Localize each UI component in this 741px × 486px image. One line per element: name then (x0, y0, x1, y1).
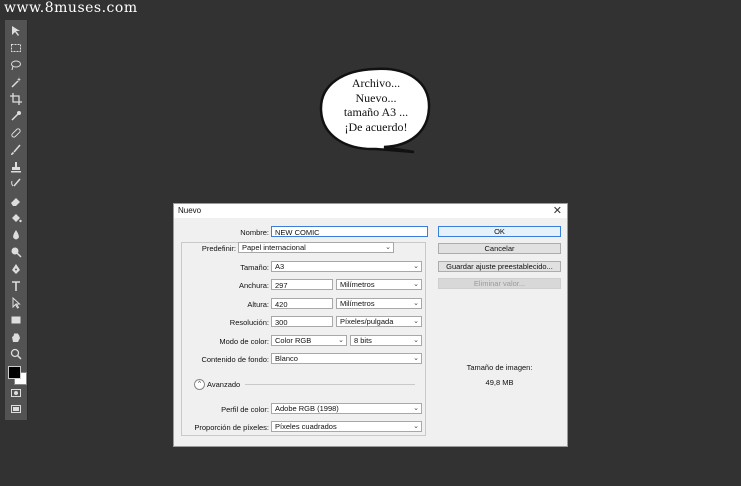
color-profile-label: Perfil de color: (221, 405, 269, 414)
color-profile-select[interactable]: Adobe RGB (1998) ⌄ (271, 403, 422, 414)
healing-brush-icon[interactable] (8, 126, 24, 140)
height-unit-value: Milímetros (340, 299, 375, 308)
tools-panel (5, 20, 28, 420)
dialog-title: Nuevo (178, 206, 202, 215)
ok-button[interactable]: OK (438, 226, 561, 237)
name-label: Nombre: (240, 228, 269, 237)
preset-select-value: Papel internacional (242, 243, 306, 252)
chevron-down-icon: ⌄ (413, 423, 419, 430)
lasso-tool-icon[interactable] (8, 58, 24, 72)
cancel-button[interactable]: Cancelar (438, 243, 561, 254)
background-contents-value: Blanco (275, 354, 298, 363)
bubble-line: tamaño A3 ... (343, 105, 409, 119)
history-brush-icon[interactable] (8, 177, 24, 191)
dodge-tool-icon[interactable] (8, 245, 24, 259)
size-select[interactable]: A3 ⌄ (271, 261, 422, 272)
background-contents-select[interactable]: Blanco ⌄ (271, 353, 422, 364)
quick-mask-icon[interactable] (8, 386, 24, 400)
brush-icon[interactable] (8, 143, 24, 157)
preset-label: Predefinir: (201, 244, 236, 253)
bit-depth-value: 8 bits (354, 336, 372, 345)
bit-depth-select[interactable]: 8 bits ⌄ (350, 335, 422, 346)
clone-stamp-icon[interactable] (8, 160, 24, 174)
chevron-down-icon: ⌄ (413, 300, 419, 307)
pen-tool-icon[interactable] (8, 262, 24, 276)
delete-preset-button[interactable]: Eliminar valor... (438, 278, 561, 289)
height-label: Altura: (247, 300, 269, 309)
foreground-color-swatch[interactable] (8, 366, 21, 379)
advanced-divider (245, 384, 415, 385)
move-tool-icon[interactable] (8, 24, 24, 38)
save-preset-button[interactable]: Guardar ajuste preestablecido... (438, 261, 561, 272)
color-mode-value: Color RGB (275, 336, 312, 345)
chevron-down-icon: ⌄ (413, 405, 419, 412)
bubble-line: ¡De acuerdo! (344, 119, 408, 134)
chevron-down-icon: ⌄ (385, 244, 391, 251)
image-size-value: 49,8 MB (485, 378, 514, 387)
size-label: Tamaño: (240, 263, 269, 272)
crop-tool-icon[interactable] (8, 92, 24, 106)
background-contents-label: Contenido de fondo: (201, 355, 269, 364)
resolution-unit-select[interactable]: Píxeles/pulgada ⌄ (336, 316, 422, 327)
magic-wand-icon[interactable] (8, 75, 24, 89)
chevron-down-icon: ⌄ (413, 337, 419, 344)
chevron-down-icon: ⌄ (413, 355, 419, 362)
resolution-unit-value: Píxeles/pulgada (340, 317, 394, 326)
new-document-dialog: Nuevo ✕ Nombre: NEW COMIC Predefinir: Pa… (173, 203, 568, 447)
advanced-label[interactable]: Avanzado (207, 380, 240, 389)
image-size-label: Tamaño de imagen: (466, 363, 533, 372)
speech-bubble: Archivo... Nuevo... tamaño A3 ... ¡De ac… (318, 66, 432, 154)
color-mode-select[interactable]: Color RGB ⌄ (271, 335, 347, 346)
chevron-down-icon: ⌄ (413, 263, 419, 270)
pixel-aspect-ratio-select[interactable]: Píxeles cuadrados ⌄ (271, 421, 422, 432)
rectangle-tool-icon[interactable] (8, 313, 24, 327)
chevron-down-icon: ⌄ (338, 337, 344, 344)
close-icon[interactable]: ✕ (553, 204, 562, 217)
height-unit-select[interactable]: Milímetros ⌄ (336, 298, 422, 309)
path-selection-icon[interactable] (8, 296, 24, 310)
size-select-value: A3 (275, 262, 285, 271)
paint-bucket-icon[interactable] (8, 211, 24, 225)
speech-bubble-text: Archivo... Nuevo... tamaño A3 ... ¡De ac… (328, 76, 424, 134)
eyedropper-icon[interactable] (8, 109, 24, 123)
type-tool-icon[interactable] (8, 279, 24, 293)
bubble-line: Nuevo... (355, 90, 397, 105)
chevron-down-icon: ⌄ (413, 281, 419, 288)
width-label: Anchura: (238, 281, 269, 290)
chevron-down-icon: ⌄ (413, 318, 419, 325)
width-unit-select[interactable]: Milímetros ⌄ (336, 279, 422, 290)
color-profile-value: Adobe RGB (1998) (275, 404, 339, 413)
marquee-tool-icon[interactable] (8, 41, 24, 55)
watermark: www.8muses.com (4, 0, 138, 16)
blur-tool-icon[interactable] (8, 228, 24, 242)
dialog-titlebar[interactable]: Nuevo ✕ (174, 204, 567, 218)
resolution-label: Resolución: (229, 318, 269, 327)
pixel-aspect-ratio-label: Proporción de píxeles: (194, 423, 269, 432)
preset-select[interactable]: Papel internacional ⌄ (238, 242, 394, 253)
hand-tool-icon[interactable] (8, 330, 24, 344)
screen-mode-icon[interactable] (8, 402, 24, 416)
height-field[interactable]: 420 (271, 298, 333, 309)
name-field[interactable]: NEW COMIC (271, 226, 428, 237)
advanced-toggle-icon[interactable]: ^ (194, 379, 205, 390)
bubble-line: Archivo... (351, 76, 401, 90)
color-mode-label: Modo de color: (219, 337, 269, 346)
eraser-icon[interactable] (8, 194, 24, 208)
zoom-tool-icon[interactable] (8, 347, 24, 361)
width-field[interactable]: 297 (271, 279, 333, 290)
resolution-field[interactable]: 300 (271, 316, 333, 327)
width-unit-value: Milímetros (340, 280, 375, 289)
pixel-aspect-ratio-value: Píxeles cuadrados (275, 422, 337, 431)
